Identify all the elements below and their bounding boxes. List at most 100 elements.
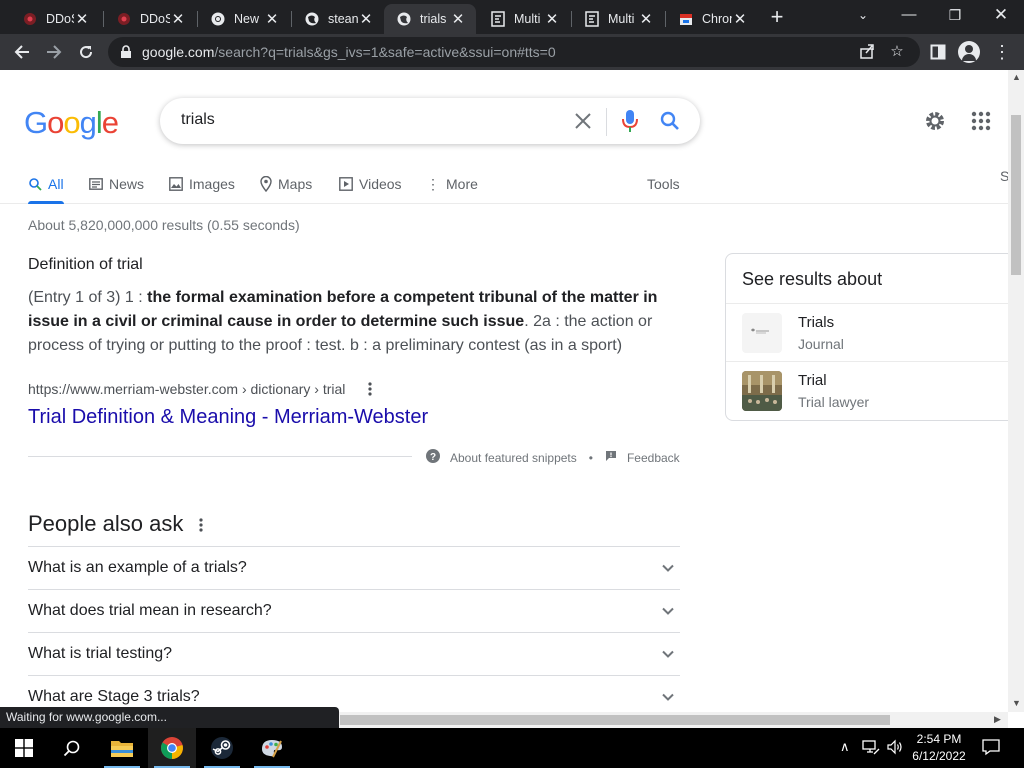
browser-tab[interactable]: Multi ✕ xyxy=(478,4,570,34)
globe-favicon-icon xyxy=(304,11,320,27)
scroll-up-arrow-icon[interactable]: ▲ xyxy=(1012,72,1021,82)
close-tab-icon[interactable]: ✕ xyxy=(544,10,560,28)
chevron-down-icon xyxy=(660,603,676,619)
paa-question[interactable]: What is trial testing? xyxy=(28,632,680,675)
entity-item-trial-lawyer[interactable]: Trial Trial lawyer xyxy=(726,361,1008,419)
browser-menu-button[interactable]: ⋮ xyxy=(988,38,1016,66)
page-favicon-icon xyxy=(584,11,600,27)
search-icon[interactable] xyxy=(659,110,681,132)
newspaper-icon xyxy=(89,178,103,190)
tab-search-button[interactable]: ⌄ xyxy=(840,0,886,30)
restore-button[interactable]: ❐ xyxy=(932,0,978,30)
feedback-link[interactable]: Feedback xyxy=(627,451,680,465)
clock-date: 6/12/2022 xyxy=(912,749,966,763)
tab-videos[interactable]: Videos xyxy=(339,172,402,196)
result-title-link[interactable]: Trial Definition & Meaning - Merriam-Web… xyxy=(28,406,428,429)
close-tab-icon[interactable]: ✕ xyxy=(732,10,748,28)
url-path: /search?q=trials&gs_ivs=1&safe=active&ss… xyxy=(214,44,556,60)
back-button[interactable] xyxy=(8,38,36,66)
address-bar[interactable]: google.com/search?q=trials&gs_ivs=1&safe… xyxy=(108,37,920,67)
chrome-taskbar-app[interactable] xyxy=(148,728,196,768)
scroll-right-arrow-icon[interactable]: ▶ xyxy=(994,714,1001,725)
paa-question[interactable]: What is an example of a trials? xyxy=(28,546,680,589)
share-icon[interactable] xyxy=(858,43,876,61)
cut-off-tab-label[interactable]: S xyxy=(1000,168,1008,184)
close-tab-icon[interactable]: ✕ xyxy=(450,10,466,28)
entity-item-trials-journal[interactable]: Trials Journal xyxy=(726,303,1008,361)
chevron-up-icon[interactable]: ∧ xyxy=(840,739,850,755)
arrow-right-icon xyxy=(47,45,62,59)
see-results-about-panel: See results about Trials Journal Trial T… xyxy=(725,253,1008,421)
system-clock[interactable]: 2:54 PM 6/12/2022 xyxy=(910,731,968,765)
network-icon[interactable] xyxy=(862,739,880,758)
panel-title: See results about xyxy=(742,269,883,289)
scroll-down-arrow-icon[interactable]: ▼ xyxy=(1012,698,1021,708)
notifications-icon[interactable] xyxy=(982,738,1000,759)
start-button[interactable] xyxy=(0,728,48,768)
apps-grid-icon[interactable] xyxy=(970,110,992,132)
tab-more[interactable]: ⋮ More xyxy=(426,172,478,196)
close-tab-icon[interactable]: ✕ xyxy=(74,10,90,28)
browser-tab[interactable]: DDoS ✕ xyxy=(10,4,100,34)
paint-taskbar-app[interactable] xyxy=(248,728,296,768)
browser-tab[interactable]: Chron ✕ xyxy=(666,4,758,34)
steam-taskbar-app[interactable] xyxy=(198,728,246,768)
tab-all[interactable]: All xyxy=(28,172,64,204)
google-logo[interactable]: Google xyxy=(24,105,119,141)
about-featured-snippets-link[interactable]: About featured snippets xyxy=(450,451,577,465)
tab-maps[interactable]: Maps xyxy=(260,172,312,196)
close-tab-icon[interactable]: ✕ xyxy=(358,10,374,28)
browser-tab[interactable]: stean ✕ xyxy=(292,4,384,34)
browser-tab-active[interactable]: trials ✕ xyxy=(384,4,476,34)
lock-icon[interactable] xyxy=(120,45,132,64)
steam-icon xyxy=(211,737,233,759)
tab-images[interactable]: Images xyxy=(169,172,235,196)
help-icon[interactable]: ? xyxy=(426,449,440,466)
volume-icon[interactable] xyxy=(886,739,904,758)
profile-avatar[interactable] xyxy=(958,41,980,63)
chevron-down-icon xyxy=(660,560,676,576)
side-panel-button[interactable] xyxy=(924,38,952,66)
close-window-button[interactable]: ✕ xyxy=(978,0,1024,30)
loading-status-bar: Waiting for www.google.com... xyxy=(0,707,339,728)
windows-logo-icon xyxy=(15,739,33,757)
microphone-icon[interactable] xyxy=(620,109,640,133)
snippet-divider xyxy=(28,456,412,457)
more-vertical-icon[interactable] xyxy=(364,379,376,399)
browser-tab[interactable]: New ✕ xyxy=(198,4,290,34)
search-box[interactable]: trials xyxy=(160,98,700,144)
browser-tab[interactable]: DDoS ✕ xyxy=(104,4,196,34)
close-tab-icon[interactable]: ✕ xyxy=(638,10,654,28)
vertical-scroll-thumb[interactable] xyxy=(1011,115,1021,275)
result-stats: About 5,820,000,000 results (0.55 second… xyxy=(28,217,300,233)
journal-logo-thumbnail xyxy=(742,313,782,353)
gear-icon[interactable] xyxy=(923,109,947,133)
more-vertical-icon[interactable] xyxy=(195,515,207,535)
page-favicon-icon xyxy=(490,11,506,27)
close-tab-icon[interactable]: ✕ xyxy=(170,10,186,28)
browser-tab[interactable]: Multi ✕ xyxy=(572,4,664,34)
search-input[interactable]: trials xyxy=(181,111,215,129)
browser-toolbar: google.com/search?q=trials&gs_ivs=1&safe… xyxy=(0,34,1024,70)
clear-icon[interactable] xyxy=(571,109,595,133)
close-tab-icon[interactable]: ✕ xyxy=(264,10,280,28)
tab-news[interactable]: News xyxy=(89,172,144,196)
chrome-favicon-icon xyxy=(210,11,226,27)
search-icon xyxy=(63,740,80,757)
folder-icon xyxy=(111,741,133,757)
result-url[interactable]: https://www.merriam-webster.com › dictio… xyxy=(28,381,345,397)
feedback-icon[interactable] xyxy=(605,450,617,465)
image-icon xyxy=(169,177,183,191)
bookmark-star-icon[interactable]: ☆ xyxy=(888,43,906,61)
file-explorer-taskbar-app[interactable] xyxy=(98,728,146,768)
ddos-favicon-icon xyxy=(22,11,38,27)
tools-button[interactable]: Tools xyxy=(647,172,680,196)
horizontal-scroll-thumb[interactable] xyxy=(340,715,890,725)
taskbar-search-button[interactable] xyxy=(48,728,96,768)
new-tab-button[interactable]: + xyxy=(764,6,790,30)
vertical-scrollbar[interactable]: ▲ ▼ xyxy=(1008,70,1024,712)
forward-button[interactable] xyxy=(40,38,68,66)
minimize-button[interactable]: — xyxy=(886,0,932,30)
paa-question[interactable]: What does trial mean in research? xyxy=(28,589,680,632)
reload-button[interactable] xyxy=(72,38,100,66)
